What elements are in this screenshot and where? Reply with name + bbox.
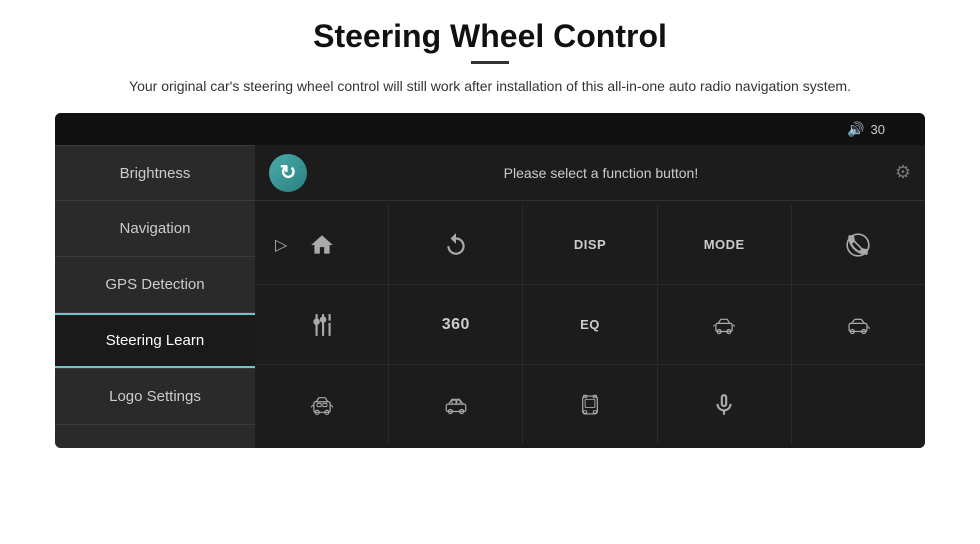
page-title: Steering Wheel Control (313, 18, 667, 55)
grid-cell-no-phone[interactable] (792, 205, 925, 284)
sidebar-label-gps: GPS Detection (105, 276, 204, 293)
car-view-2-icon (845, 312, 871, 338)
grid-cell-back[interactable] (389, 205, 523, 284)
sidebar-label-brightness: Brightness (120, 165, 191, 182)
disp-label: DISP (574, 237, 606, 252)
sidebar-item-navigation[interactable]: Navigation (55, 201, 255, 257)
car-ui-panel: 🔊 30 Brightness Navigation GPS Detection… (55, 113, 925, 448)
eq-label: EQ (580, 317, 600, 332)
sidebar-label-logo: Logo Settings (109, 388, 201, 405)
title-divider (471, 61, 509, 64)
page-wrapper: Steering Wheel Control Your original car… (0, 0, 980, 544)
right-panel: ↻ Please select a function button! ⚙ ▷ (255, 145, 925, 448)
volume-value: 30 (871, 122, 885, 137)
volume-icon: 🔊 (847, 121, 864, 138)
sidebar-label-steering: Steering Learn (106, 332, 204, 349)
grid-cell-tune[interactable] (255, 285, 389, 364)
mode-label: MODE (704, 237, 745, 252)
car-view-1-icon (711, 312, 737, 338)
function-prompt-text: Please select a function button! (321, 165, 881, 181)
grid-cell-eq[interactable]: EQ (523, 285, 657, 364)
grid-cell-360[interactable]: 360 (389, 285, 523, 364)
grid-cell-home[interactable]: ▷ (255, 205, 389, 284)
refresh-icon: ↻ (280, 160, 297, 185)
grid-cell-car-2[interactable] (792, 285, 925, 364)
main-content: Brightness Navigation GPS Detection Stee… (55, 145, 925, 448)
grid-row-2: 360 EQ (255, 285, 925, 365)
car-front-icon (309, 392, 335, 418)
grid-cell-disp[interactable]: DISP (523, 205, 657, 284)
sidebar-item-steering-learn[interactable]: Steering Learn (55, 313, 255, 369)
grid-cell-car-side[interactable] (389, 365, 523, 444)
tune-icon (309, 312, 335, 338)
sidebar: Brightness Navigation GPS Detection Stee… (55, 145, 255, 448)
refresh-button[interactable]: ↻ (269, 154, 307, 192)
grid-cell-car-1[interactable] (658, 285, 792, 364)
microphone-icon (711, 392, 737, 418)
back-icon (443, 232, 469, 258)
grid-row-3 (255, 365, 925, 444)
sidebar-item-gps-detection[interactable]: GPS Detection (55, 257, 255, 313)
home-icon (309, 232, 335, 258)
grid-cell-mic[interactable] (658, 365, 792, 444)
no-phone-icon (845, 232, 871, 258)
subtitle: Your original car's steering wheel contr… (129, 76, 851, 97)
right-panel-header: ↻ Please select a function button! ⚙ (255, 145, 925, 201)
grid-row-1: ▷ DISP (255, 205, 925, 285)
grid-cell-car-front[interactable] (255, 365, 389, 444)
sidebar-item-logo-settings[interactable]: Logo Settings (55, 369, 255, 425)
grid-cell-mode[interactable]: MODE (658, 205, 792, 284)
grid-area: ▷ DISP (255, 201, 925, 448)
car-top-icon (577, 392, 603, 418)
cursor-indicator: ▷ (275, 235, 287, 255)
grid-cell-empty (792, 365, 925, 444)
sidebar-label-navigation: Navigation (120, 220, 191, 237)
grid-cell-car-top[interactable] (523, 365, 657, 444)
volume-area: 🔊 30 (847, 121, 885, 138)
sidebar-item-brightness[interactable]: Brightness (55, 145, 255, 201)
settings-icon: ⚙ (895, 162, 911, 183)
car-side-icon (443, 392, 469, 418)
top-bar: 🔊 30 (55, 113, 925, 145)
360-label: 360 (442, 316, 470, 334)
